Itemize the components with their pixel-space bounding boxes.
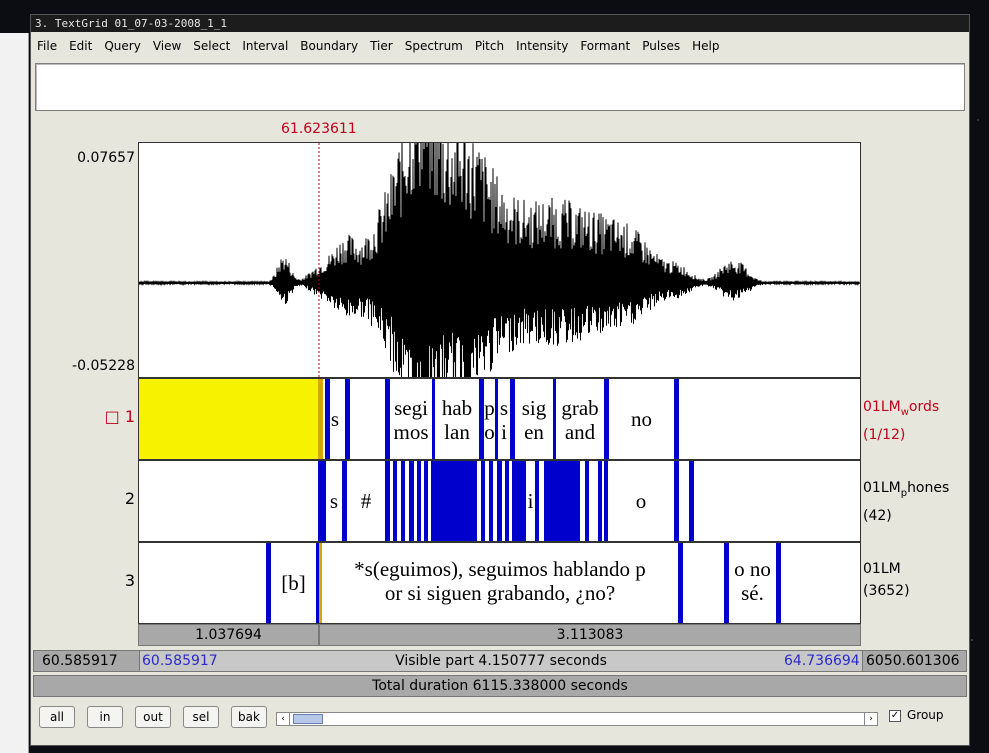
tier-1-number: □ 1 [104,407,135,426]
boundary[interactable] [345,379,350,459]
waveform-panel[interactable] [138,75,861,439]
scroll-left-arrow-icon[interactable]: ‹ [277,713,290,725]
boundary[interactable] [318,379,323,459]
background-window-edge [0,33,29,753]
visible-part-bar[interactable]: 60.585917 60.585917 Visible part 4.15077… [33,650,967,672]
waveform-plot [138,75,860,439]
word-label: p o [484,396,495,444]
word-label: sig en [521,396,547,444]
total-duration-bar[interactable]: Total duration 6115.338000 seconds [33,675,967,697]
utterance-label: [b] [281,571,306,595]
group-label: Group [907,708,944,722]
duration-left[interactable]: 1.037694 [138,624,319,646]
textgrid-editor-window: 3. TextGrid 01_07-03-2008_1_1 File Edit … [30,14,970,746]
tier-3-utterances[interactable]: [b] *s(eguimos), seguimos hablando p or … [138,542,861,624]
word-label: grab and [561,396,599,444]
scroll-right-arrow-icon[interactable]: › [864,713,877,725]
boundary[interactable] [505,461,509,541]
editor-area: 61.623611 0.07657 -0.05228 □ 1 s segi mo… [31,15,969,745]
tier-2-phones[interactable]: s # i o [138,460,861,542]
boundary[interactable] [674,461,679,541]
boundary-cluster[interactable] [544,461,580,541]
word-label: no [631,407,652,431]
zoom-out-button[interactable]: out [135,706,171,728]
boundary[interactable] [409,461,414,541]
boundary[interactable] [689,461,694,541]
tier-2-name: 01LMphones (42) [863,480,950,524]
tier-3-name: 01LM (3652) [863,561,910,599]
phone-label: o [635,489,647,513]
zoom-selection-button[interactable]: sel [183,706,219,728]
boundary[interactable] [598,461,602,541]
tier-3-number: 3 [124,571,135,590]
cursor-time-label: 61.623611 [281,121,357,137]
phone-label: # [360,489,372,513]
boundary[interactable] [393,461,397,541]
selected-interval[interactable] [139,379,318,459]
tier-1-words[interactable]: s segi mos hab lan p o s i sig en grab a… [138,378,861,460]
boundary[interactable] [385,461,390,541]
boundary[interactable] [585,461,589,541]
tier-selected-marker: □ [104,407,120,426]
word-label: hab lan [441,396,473,444]
waveform-min-label: -0.05228 [72,358,135,374]
tier-2-count: (42) [863,507,892,524]
tier-1-name: 01LMwords (1/12) [863,399,940,443]
word-label: s i [499,396,509,444]
tier-3-count: (3652) [863,583,910,599]
boundary[interactable] [401,461,405,541]
word-label: s [330,407,340,431]
zoom-back-button[interactable]: bak [231,706,267,728]
tier-1-count: (1/12) [863,426,906,443]
boundary[interactable] [512,461,526,541]
boundary[interactable] [674,379,679,459]
boundary[interactable] [318,461,326,541]
duration-right[interactable]: 3.113083 [319,624,861,646]
boundary[interactable] [535,461,539,541]
boundary[interactable] [489,461,493,541]
utterance-label: o no sé. [734,557,771,605]
scroll-thumb[interactable] [293,714,323,724]
phone-label: s [329,489,339,513]
word-label: segi mos [393,396,429,444]
waveform-trace [138,75,860,439]
visible-end-outer: 6050.601306 [866,653,960,669]
visible-end: 64.736694 [784,653,860,669]
boundary[interactable] [424,461,428,541]
boundary-cluster[interactable] [431,461,477,541]
boundary[interactable] [678,543,683,623]
waveform-max-label: 0.07657 [77,150,135,166]
horizontal-scrollbar[interactable]: ‹ › [276,712,878,726]
all-button[interactable]: all [39,706,75,728]
boundary[interactable] [417,461,421,541]
tier-2-number: 2 [124,489,135,508]
phone-label: i [527,489,534,513]
boundary[interactable] [497,461,502,541]
zoom-in-button[interactable]: in [87,706,123,728]
boundary[interactable] [481,461,485,541]
utterance-label: *s(eguimos), seguimos hablando p or si s… [354,557,646,605]
group-checkbox[interactable]: ✓ [889,710,901,722]
boundary[interactable] [776,543,781,623]
